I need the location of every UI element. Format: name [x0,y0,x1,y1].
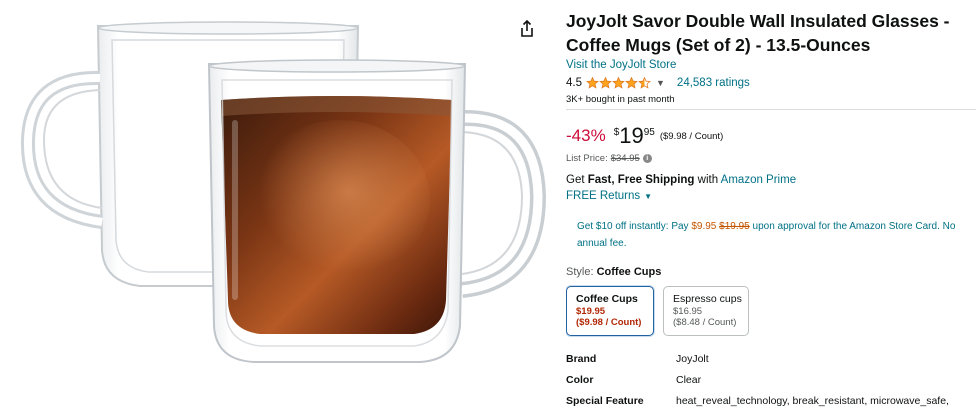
info-icon[interactable]: i [642,154,652,163]
unit-price: ($9.98 / Count) [659,131,724,142]
ratings-count-link[interactable]: 24,583 ratings [677,77,750,89]
star-icon [638,76,651,89]
spec-row: Brand JoyJolt [566,352,976,373]
spec-row: Special Feature heat_reveal_technology, … [566,394,976,409]
spec-key: Special Feature [566,395,644,407]
star-rating[interactable] [586,76,651,89]
product-image-area[interactable] [0,0,548,409]
style-option-unit: ($8.48 / Count) [673,317,737,328]
style-label-prefix: Style: [566,266,594,278]
rating-value: 4.5 [566,76,582,89]
share-icon[interactable] [516,18,538,40]
share-button[interactable] [516,18,538,40]
amazon-prime-link[interactable]: Amazon Prime [721,174,796,186]
style-option-unit: ($9.98 / Count) [576,317,642,328]
spec-key: Brand [566,353,597,365]
list-price-label: List Price: [566,153,608,164]
product-image[interactable] [0,0,548,409]
price-fraction: 95 [643,127,655,138]
price-row: -43% $ 19 95 ($9.98 / Count) [566,124,723,148]
product-details: JoyJolt Savor Double Wall Insulated Glas… [566,0,976,409]
style-label: Style: Coffee Cups [566,266,661,278]
star-icon [612,76,625,89]
spec-value: JoyJolt [676,353,709,365]
promo-old-price: $19.95 [719,221,750,232]
shipping-info: Get Fast, Free Shipping with Amazon Prim… [566,174,796,186]
store-card-promo[interactable]: Get $10 off instantly: Pay $9.95 $19.95 … [577,218,975,252]
chevron-down-icon[interactable]: ▼ [656,78,665,88]
free-returns-label: FREE Returns [566,190,641,202]
discount-percent: -43% [566,126,606,145]
shipping-bold: Fast, Free Shipping [587,174,695,186]
star-icon [599,76,612,89]
style-option-coffee-cups[interactable]: Coffee Cups $19.95 ($9.98 / Count) [566,286,654,336]
style-option-name: Espresso cups [673,293,742,305]
promo-text-1: Get $10 off instantly: Pay [577,221,692,232]
product-specs-table: Brand JoyJolt Color Clear Special Featur… [566,352,976,409]
shipping-prefix: Get [566,174,588,186]
bought-in-past-month: 3K+ bought in past month [566,94,675,105]
star-icon [586,76,599,89]
style-option-name: Coffee Cups [576,293,638,305]
style-option-price: $16.95 [673,306,703,317]
chevron-down-icon: ▼ [644,192,653,201]
style-option-price: $19.95 [576,306,606,317]
style-selected-value: Coffee Cups [596,266,662,278]
price-whole: 19 [619,123,644,148]
product-title: JoyJolt Savor Double Wall Insulated Glas… [566,11,950,55]
spec-key: Color [566,374,594,386]
promo-new-price: $9.95 [691,221,717,232]
list-price: List Price: $34.95 i [566,153,652,164]
spec-row: Color Clear [566,373,976,394]
style-option-espresso-cups[interactable]: Espresso cups $16.95 ($8.48 / Count) [663,286,749,336]
divider [566,109,976,110]
spec-value: heat_reveal_technology, break_resistant,… [676,395,949,407]
rating-row: 4.5 ▼ 24,583 ratings [566,75,750,90]
list-price-value: $34.95 [610,153,640,164]
star-icon [625,76,638,89]
store-link[interactable]: Visit the JoyJolt Store [566,59,676,71]
shipping-middle: with [694,174,721,186]
spec-value: Clear [676,374,702,386]
free-returns-link[interactable]: FREE Returns ▼ [566,190,652,202]
